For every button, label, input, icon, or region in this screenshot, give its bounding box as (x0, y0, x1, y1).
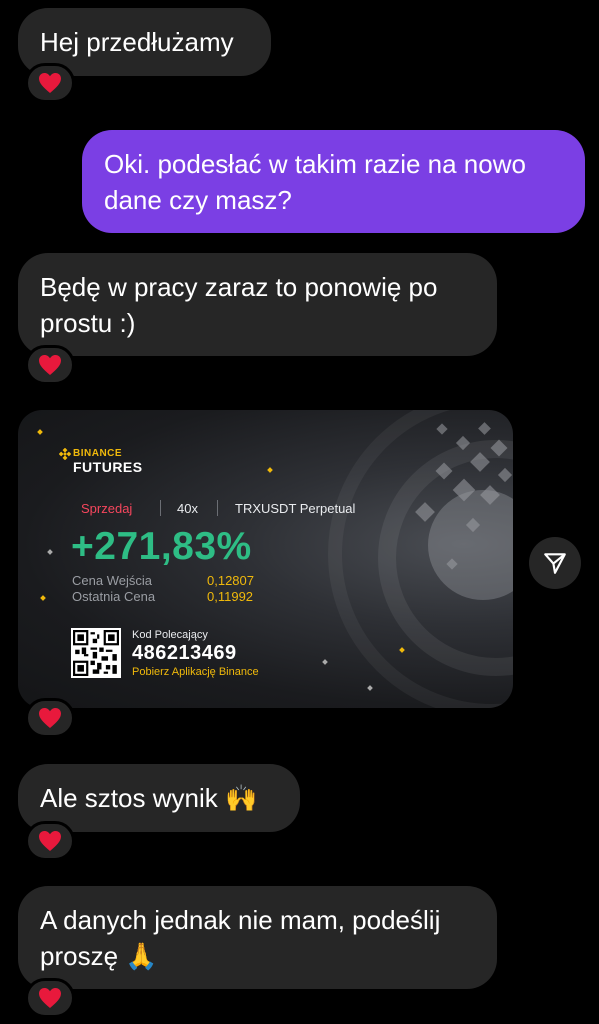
pair-label: TRXUSDT Perpetual (235, 501, 356, 516)
message-text-line: prostu :) (40, 308, 136, 338)
referral-label: Kod Polecający (132, 629, 208, 641)
message-text-line: Będę w pracy zaraz to ponowię po (40, 272, 438, 302)
sparkle-dot (322, 659, 328, 665)
divider (160, 500, 161, 516)
reaction-badge[interactable] (25, 345, 75, 385)
reaction-badge[interactable] (25, 698, 75, 738)
side-label: Sprzedaj (81, 501, 133, 516)
message-text-line: proszę 🙏 (40, 941, 158, 971)
binance-pnl-card[interactable]: BINANCE FUTURES Sprzedaj 40x TRXUSDT Per… (18, 410, 513, 708)
share-button[interactable] (529, 537, 581, 589)
entry-price-label: Cena Wejścia (72, 573, 152, 588)
red-heart-icon (39, 708, 61, 728)
message-text: Ale sztos wynik 🙌 (40, 783, 258, 813)
divider (217, 500, 218, 516)
brand-bottom: FUTURES (73, 459, 143, 475)
message-text-line: A danych jednak nie mam, podeślij (40, 905, 441, 935)
red-heart-icon (39, 831, 61, 851)
message-bubble-outgoing[interactable]: Oki. podesłać w takim razie na nowo dane… (82, 130, 585, 233)
sparkle-dot (267, 467, 273, 473)
red-heart-icon (39, 355, 61, 375)
reaction-badge[interactable] (25, 63, 75, 103)
sparkle-dot (40, 595, 46, 601)
paper-plane-icon (544, 553, 566, 574)
message-text-line: dane czy masz? (104, 185, 292, 215)
last-price-label: Ostatnia Cena (72, 589, 156, 604)
referral-code: 486213469 (132, 642, 237, 664)
reaction-badge[interactable] (25, 978, 75, 1018)
message-bubble[interactable]: A danych jednak nie mam, podeślij proszę… (18, 886, 497, 989)
sparkle-dot (367, 685, 373, 691)
red-heart-icon (39, 73, 61, 93)
pnl-percentage: +271,83% (71, 525, 252, 568)
last-price-value: 0,11992 (207, 589, 254, 604)
download-app-text: Pobierz Aplikację Binance (132, 666, 259, 678)
entry-price-value: 0,12807 (207, 573, 254, 588)
brand-top: BINANCE (73, 448, 123, 459)
message-text: Hej przedłużamy (40, 27, 234, 57)
red-heart-icon (39, 988, 61, 1008)
message-bubble[interactable]: Będę w pracy zaraz to ponowię po prostu … (18, 253, 497, 356)
sparkle-dot (37, 429, 43, 435)
reaction-badge[interactable] (25, 821, 75, 861)
message-text-line: Oki. podesłać w takim razie na nowo (104, 149, 526, 179)
binance-logo-icon (59, 448, 71, 460)
qr-code-icon (71, 628, 121, 678)
sparkle-dot (47, 549, 53, 555)
leverage-label: 40x (177, 501, 198, 516)
